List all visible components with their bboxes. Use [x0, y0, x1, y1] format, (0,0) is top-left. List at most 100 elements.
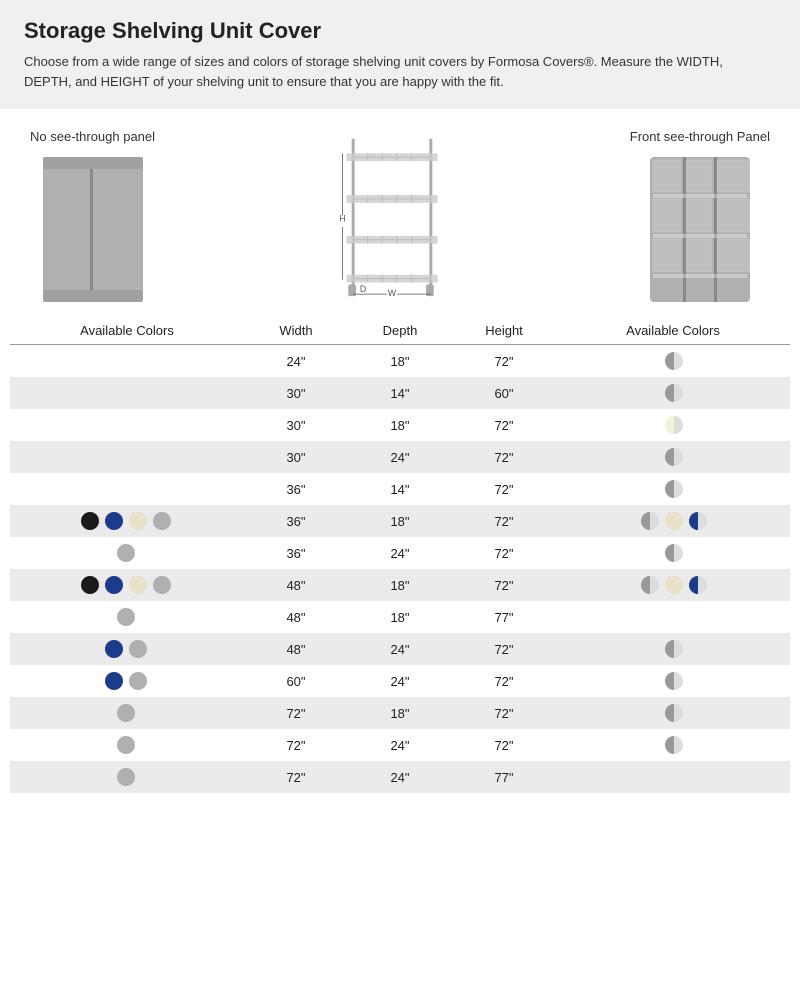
- col-right-colors-header: Available Colors: [556, 317, 790, 345]
- color-dot-half-navy[interactable]: [689, 512, 707, 530]
- depth-cell: 24": [348, 729, 452, 761]
- color-dot-cream[interactable]: [665, 512, 683, 530]
- color-dot-cream-half[interactable]: [665, 416, 683, 434]
- color-dot-gray[interactable]: [117, 608, 135, 626]
- right-colors-cell: [556, 665, 790, 697]
- color-dot-half-gray[interactable]: [665, 544, 683, 562]
- color-dot-gray[interactable]: [153, 576, 171, 594]
- height-cell: 72": [452, 505, 556, 537]
- table-row: 72" 24" 72": [10, 729, 790, 761]
- left-colors-cell: [10, 665, 244, 697]
- diagram-left-label: No see-through panel: [30, 129, 155, 144]
- right-colors-cell: [556, 505, 790, 537]
- width-cell: 72": [244, 697, 348, 729]
- height-cell: 72": [452, 537, 556, 569]
- color-dot-gray[interactable]: [117, 704, 135, 722]
- color-dot-half-gray[interactable]: [665, 640, 683, 658]
- width-cell: 30": [244, 409, 348, 441]
- width-cell: 36": [244, 537, 348, 569]
- width-cell: 72": [244, 761, 348, 793]
- left-colors-cell: [10, 505, 244, 537]
- height-cell: 72": [452, 409, 556, 441]
- svg-text:W: W: [388, 288, 397, 298]
- width-cell: 72": [244, 729, 348, 761]
- right-colors-cell: [556, 537, 790, 569]
- left-colors-cell: [10, 441, 244, 473]
- color-dot-half-gray[interactable]: [641, 512, 659, 530]
- table-row: 48" 18" 72": [10, 569, 790, 601]
- height-cell: 60": [452, 377, 556, 409]
- right-colors-cell: [556, 377, 790, 409]
- color-dot-black[interactable]: [81, 576, 99, 594]
- color-dot-half-gray[interactable]: [665, 736, 683, 754]
- color-dot-gray[interactable]: [117, 736, 135, 754]
- color-dot-half-gray[interactable]: [665, 672, 683, 690]
- color-dot-gray[interactable]: [153, 512, 171, 530]
- table-row: 48" 18" 77": [10, 601, 790, 633]
- right-colors-cell: [556, 633, 790, 665]
- depth-cell: 24": [348, 537, 452, 569]
- page-title: Storage Shelving Unit Cover: [24, 18, 776, 44]
- width-cell: 30": [244, 377, 348, 409]
- table-row: 48" 24" 72": [10, 633, 790, 665]
- color-dot-cream[interactable]: [129, 576, 147, 594]
- right-colors-cell: [556, 441, 790, 473]
- left-colors-cell: [10, 537, 244, 569]
- color-dot-gray[interactable]: [129, 672, 147, 690]
- color-dot-half-gray[interactable]: [665, 448, 683, 466]
- front-panel-cover-icon: [645, 152, 755, 307]
- width-cell: 36": [244, 473, 348, 505]
- diagram-left: No see-through panel: [30, 129, 155, 307]
- width-cell: 36": [244, 505, 348, 537]
- table-row: 36" 24" 72": [10, 537, 790, 569]
- color-dot-half-gray[interactable]: [665, 384, 683, 402]
- depth-cell: 18": [348, 345, 452, 377]
- page-description: Choose from a wide range of sizes and co…: [24, 52, 764, 91]
- right-colors-cell: [556, 569, 790, 601]
- color-dot-half-gray[interactable]: [665, 704, 683, 722]
- left-colors-cell: [10, 409, 244, 441]
- color-dot-navy[interactable]: [105, 576, 123, 594]
- color-dot-gray[interactable]: [117, 768, 135, 786]
- height-cell: 72": [452, 473, 556, 505]
- header-section: Storage Shelving Unit Cover Choose from …: [0, 0, 800, 109]
- col-width-header: Width: [244, 317, 348, 345]
- table-row: 36" 18" 72": [10, 505, 790, 537]
- col-depth-header: Depth: [348, 317, 452, 345]
- col-height-header: Height: [452, 317, 556, 345]
- width-cell: 48": [244, 569, 348, 601]
- table-row: 60" 24" 72": [10, 665, 790, 697]
- color-dot-navy[interactable]: [105, 640, 123, 658]
- depth-cell: 18": [348, 569, 452, 601]
- left-colors-cell: [10, 473, 244, 505]
- color-dot-half-gray[interactable]: [665, 352, 683, 370]
- right-colors-cell: [556, 697, 790, 729]
- color-dot-black[interactable]: [81, 512, 99, 530]
- table-row: 36" 14" 72": [10, 473, 790, 505]
- height-cell: 72": [452, 569, 556, 601]
- svg-text:D: D: [360, 284, 366, 294]
- color-dot-navy[interactable]: [105, 672, 123, 690]
- diagram-right-label: Front see-through Panel: [630, 129, 770, 144]
- col-left-colors-header: Available Colors: [10, 317, 244, 345]
- depth-cell: 14": [348, 377, 452, 409]
- color-dot-navy[interactable]: [105, 512, 123, 530]
- color-dot-half-gray[interactable]: [665, 480, 683, 498]
- table-row: 72" 24" 77": [10, 761, 790, 793]
- height-cell: 72": [452, 665, 556, 697]
- color-dot-gray[interactable]: [129, 640, 147, 658]
- size-color-table: Available Colors Width Depth Height Avai…: [10, 317, 790, 793]
- table-section: Available Colors Width Depth Height Avai…: [0, 317, 800, 813]
- width-cell: 48": [244, 601, 348, 633]
- left-colors-cell: [10, 569, 244, 601]
- width-cell: 30": [244, 441, 348, 473]
- diagram-right: Front see-through Panel: [630, 129, 770, 307]
- color-dot-cream[interactable]: [665, 576, 683, 594]
- right-colors-cell: [556, 409, 790, 441]
- color-dot-gray[interactable]: [117, 544, 135, 562]
- color-dot-half-navy[interactable]: [689, 576, 707, 594]
- color-dot-cream[interactable]: [129, 512, 147, 530]
- color-dot-half-gray[interactable]: [641, 576, 659, 594]
- diagram-center: H W D: [327, 129, 457, 299]
- depth-cell: 18": [348, 505, 452, 537]
